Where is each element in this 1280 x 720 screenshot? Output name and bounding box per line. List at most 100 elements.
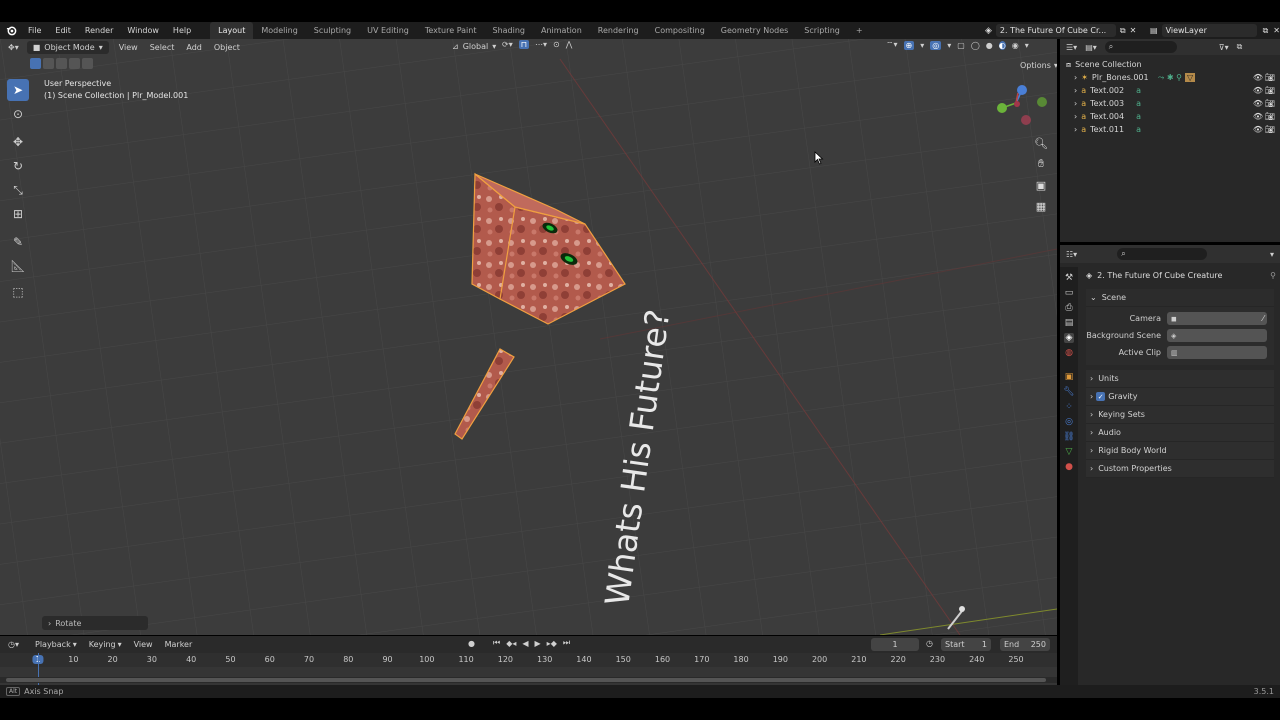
tab-layout[interactable]: Layout xyxy=(210,22,254,39)
wireframe-shading-icon[interactable]: ◯ xyxy=(971,41,980,50)
menu-help[interactable]: Help xyxy=(166,22,198,39)
keying-menu[interactable]: Keying ▾ xyxy=(83,638,128,651)
select-extend-icon[interactable] xyxy=(43,58,54,69)
last-operator-panel[interactable]: › Rotate xyxy=(42,616,148,630)
add-workspace-button[interactable]: + xyxy=(848,22,871,39)
scale-icon[interactable]: ⤡ xyxy=(7,179,29,201)
scene-new-icon[interactable]: ⧉ xyxy=(1120,26,1126,36)
visibility-eye-icon[interactable]: 👁︎ xyxy=(1252,112,1264,121)
outliner-item[interactable]: › a Text.011 a 👁︎ 📷︎ xyxy=(1060,123,1280,136)
editor-type-button[interactable]: ✥▾ xyxy=(0,41,23,54)
menu-edit[interactable]: Edit xyxy=(48,22,78,39)
rigid-body-world-panel-header[interactable]: › Rigid Body World xyxy=(1086,442,1274,460)
tool-tab-icon[interactable]: ⚒ xyxy=(1065,273,1073,283)
scrollbar-thumb[interactable] xyxy=(6,678,1046,682)
material-shading-icon[interactable]: ◐ xyxy=(998,40,1006,50)
units-panel-header[interactable]: › Units xyxy=(1086,370,1274,388)
chevron-down-icon[interactable]: ▾ xyxy=(947,41,951,50)
3d-viewport[interactable]: Whats His Future? ✥▾ ■ Object Mode ▾ Vie… xyxy=(0,39,1057,635)
play-icon[interactable]: ▶ xyxy=(535,639,541,648)
visibility-eye-icon[interactable]: 👁︎ xyxy=(1252,99,1264,108)
visibility-icon[interactable]: ⌔▾ xyxy=(886,40,898,50)
render-camera-icon[interactable]: 📷︎ xyxy=(1264,86,1276,95)
proportional-edit-icon[interactable]: ⊙ xyxy=(553,40,560,49)
outliner-item[interactable]: › a Text.003 a 👁︎ 📷︎ xyxy=(1060,97,1280,110)
options-dropdown[interactable]: Options ▾ xyxy=(1014,59,1057,72)
chevron-down-icon[interactable]: ▾ xyxy=(920,41,924,50)
keying-sets-panel-header[interactable]: › Keying Sets xyxy=(1086,406,1274,424)
end-frame-field[interactable]: End 250 xyxy=(1000,638,1050,651)
menu-window[interactable]: Window xyxy=(120,22,166,39)
outliner-item[interactable]: › a Text.002 a 👁︎ 📷︎ xyxy=(1060,84,1280,97)
view-layer-field[interactable]: ViewLayer xyxy=(1161,24,1257,37)
gizmo-x-axis[interactable] xyxy=(1014,101,1020,107)
move-icon[interactable]: ✥ xyxy=(7,131,29,153)
start-frame-field[interactable]: Start 1 xyxy=(941,638,991,651)
pin-icon[interactable]: ⚲ xyxy=(1270,271,1276,280)
menu-view[interactable]: View xyxy=(113,41,144,54)
pivot-icon[interactable]: ⟳▾ xyxy=(502,40,513,49)
prev-keyframe-icon[interactable]: ◆◂ xyxy=(506,639,516,648)
outliner-editor-icon[interactable]: ☰▾ xyxy=(1066,43,1077,52)
perspective-grid-icon[interactable]: ▦ xyxy=(1032,197,1050,215)
gizmo-neg-z-axis[interactable] xyxy=(1021,115,1031,125)
display-mode-icon[interactable]: ▤▾ xyxy=(1085,43,1097,52)
rendered-shading-icon[interactable]: ◉ xyxy=(1012,41,1019,50)
frame-ruler[interactable]: 1102030405060708090100110120130140150160… xyxy=(0,653,1057,667)
measure-icon[interactable]: 📐︎ xyxy=(7,255,29,277)
tab-animation[interactable]: Animation xyxy=(533,22,590,39)
timeline-scrollbar[interactable] xyxy=(0,677,1057,683)
view-layer-new-icon[interactable]: ⧉ xyxy=(1263,26,1269,36)
gizmo-toggle-icon[interactable]: ⊕ xyxy=(903,40,915,50)
filter-icon[interactable]: ⊽▾ xyxy=(1219,43,1229,52)
timeline-editor-icon[interactable]: ◷▾ xyxy=(8,640,19,649)
select-new-icon[interactable] xyxy=(30,58,41,69)
eyedropper-icon[interactable]: ⁄ xyxy=(1263,314,1264,323)
gravity-panel-header[interactable]: › ✓ Gravity xyxy=(1086,388,1274,406)
custom-properties-panel-header[interactable]: › Custom Properties xyxy=(1086,460,1274,478)
record-icon[interactable]: ● xyxy=(468,639,475,648)
tab-texture-paint[interactable]: Texture Paint xyxy=(417,22,485,39)
new-collection-icon[interactable]: ⧉ xyxy=(1237,42,1243,52)
zoom-icon[interactable]: 🔍︎ xyxy=(1032,134,1050,152)
tab-modeling[interactable]: Modeling xyxy=(253,22,305,39)
gizmo-y-axis[interactable] xyxy=(997,103,1007,113)
navigation-gizmo[interactable] xyxy=(990,81,1050,131)
render-camera-icon[interactable]: 📷︎ xyxy=(1264,125,1276,134)
audio-panel-header[interactable]: › Audio xyxy=(1086,424,1274,442)
tab-rendering[interactable]: Rendering xyxy=(590,22,647,39)
object-mode-dropdown[interactable]: ■ Object Mode ▾ xyxy=(26,40,109,54)
chevron-down-icon[interactable]: ▾ xyxy=(1025,41,1029,50)
transform-icon[interactable]: ⊞ xyxy=(7,203,29,225)
jump-end-icon[interactable]: ⏭ xyxy=(563,638,570,648)
visibility-eye-icon[interactable]: 👁︎ xyxy=(1252,73,1264,82)
gizmo-neg-y-axis[interactable] xyxy=(1037,97,1047,107)
add-cube-icon[interactable]: ⬚ xyxy=(7,281,29,303)
scene-close-icon[interactable]: ✕ xyxy=(1130,26,1137,35)
view-layer-close-icon[interactable]: ✕ xyxy=(1273,26,1280,35)
tab-compositing[interactable]: Compositing xyxy=(647,22,713,39)
solid-shading-icon[interactable]: ● xyxy=(986,41,993,50)
falloff-icon[interactable]: ⋀ xyxy=(566,40,573,49)
pan-hand-icon[interactable]: ✋︎ xyxy=(1032,155,1050,173)
view-layer-icon[interactable]: ▤ xyxy=(1150,26,1158,35)
menu-object[interactable]: Object xyxy=(208,41,246,54)
select-invert-icon[interactable] xyxy=(69,58,80,69)
render-camera-icon[interactable]: 📷︎ xyxy=(1264,112,1276,121)
playback-menu[interactable]: Playback ▾ xyxy=(29,638,83,651)
rotate-icon[interactable]: ↻ xyxy=(7,155,29,177)
tab-geometry-nodes[interactable]: Geometry Nodes xyxy=(713,22,796,39)
scene-name-field[interactable]: 2. The Future Of Cube Cr... xyxy=(995,24,1116,37)
scene-collection-row[interactable]: ⧈ Scene Collection xyxy=(1060,58,1280,71)
expand-arrow-icon[interactable]: › xyxy=(1074,99,1077,108)
annotate-icon[interactable]: ✎ xyxy=(7,231,29,253)
chevron-down-icon[interactable]: ▾ xyxy=(1270,250,1274,259)
snap-target-icon[interactable]: ⋯▾ xyxy=(535,40,547,49)
scene-icon[interactable]: ◈ xyxy=(985,26,992,36)
camera-field[interactable]: ◼ ⁄ xyxy=(1167,312,1267,325)
blender-logo-icon[interactable] xyxy=(0,22,21,39)
menu-file[interactable]: File xyxy=(21,22,48,39)
current-frame-field[interactable]: 1 xyxy=(871,638,919,651)
visibility-eye-icon[interactable]: 👁︎ xyxy=(1252,125,1264,134)
jump-start-icon[interactable]: ⏮ xyxy=(493,638,500,648)
